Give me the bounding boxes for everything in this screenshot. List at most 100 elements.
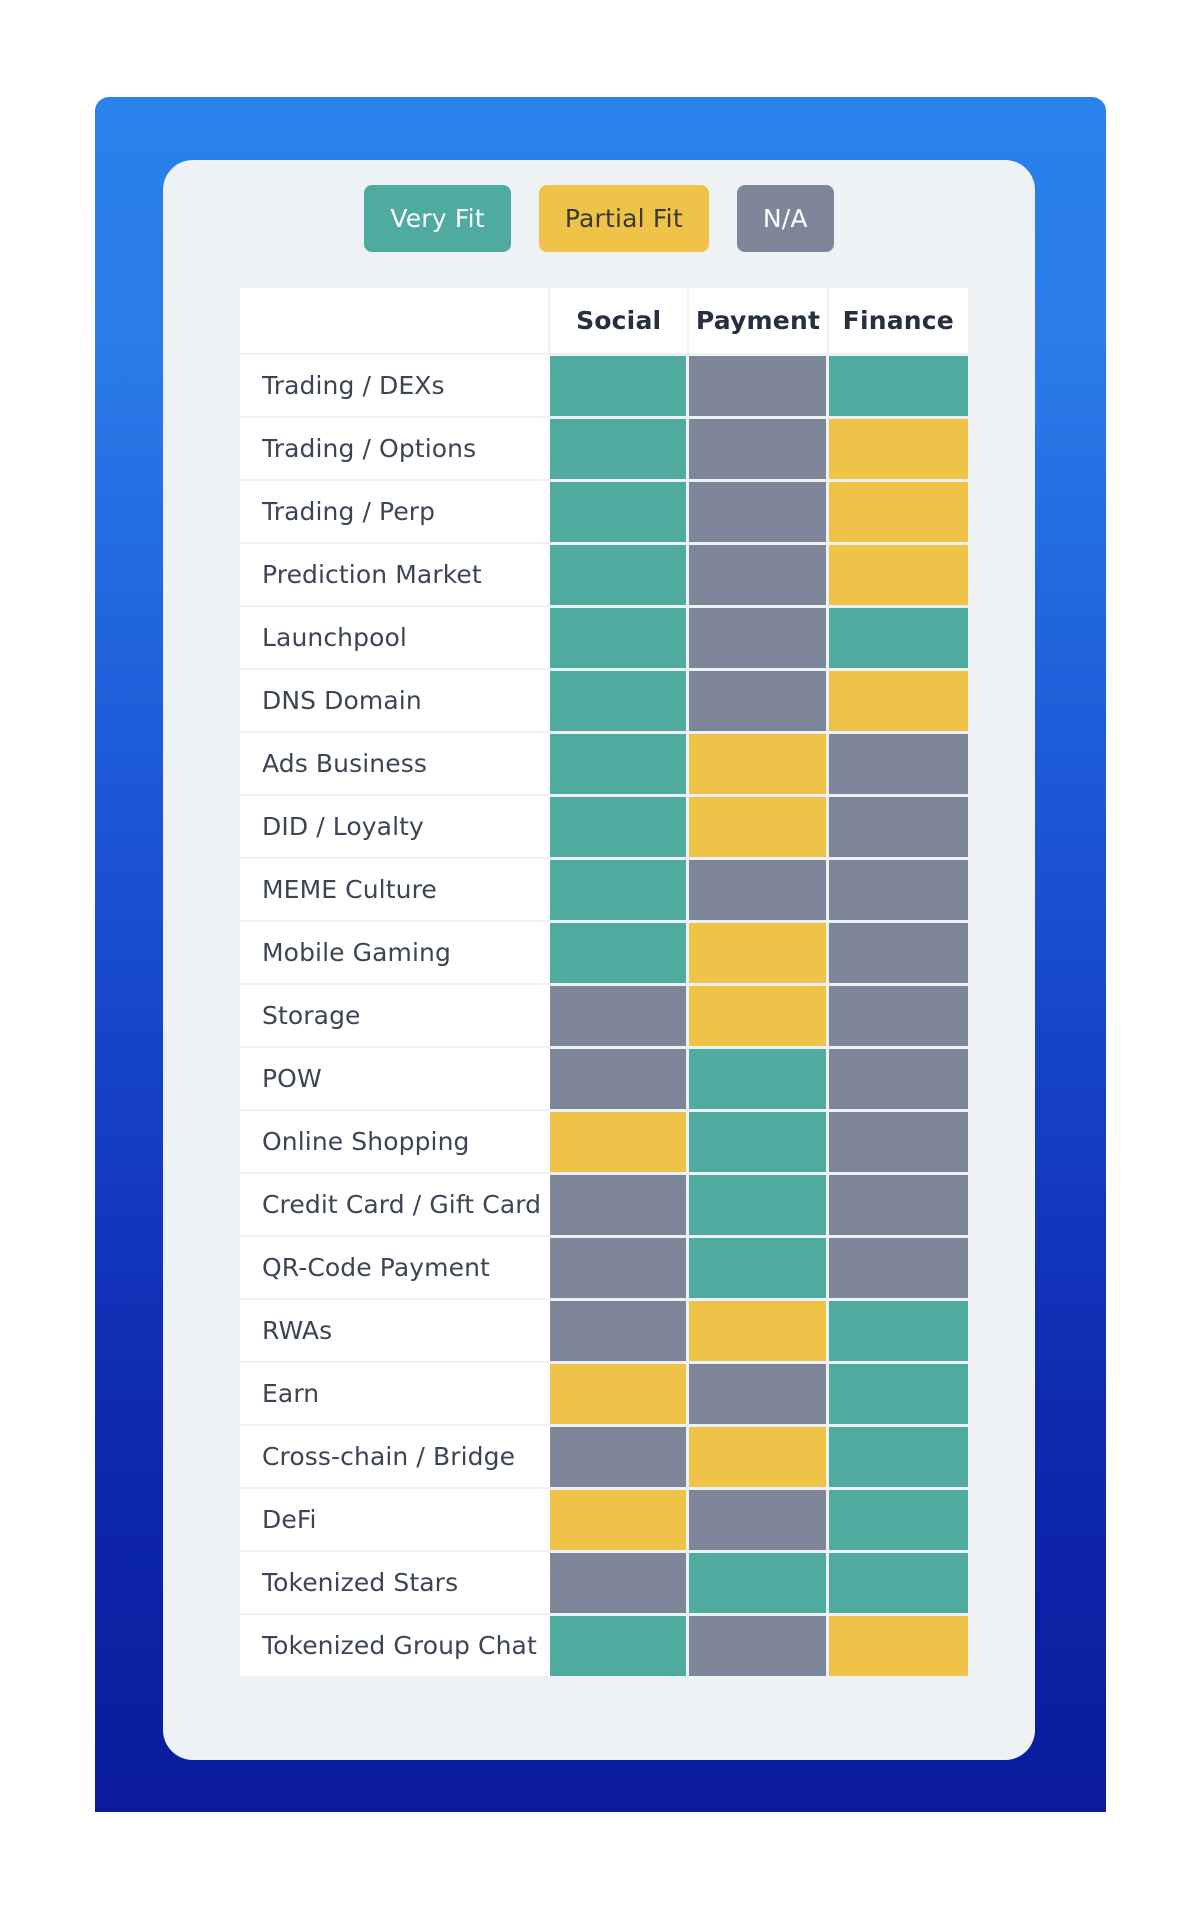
row-label: QR-Code Payment [240, 1235, 551, 1298]
table-row: Tokenized Stars [240, 1550, 968, 1613]
matrix-cell [828, 1424, 968, 1487]
matrix-cell [689, 920, 829, 983]
legend-chip-very[interactable]: Very Fit [364, 185, 511, 252]
matrix-cell [550, 1613, 690, 1676]
matrix-cell [689, 353, 829, 416]
row-label: DeFi [240, 1487, 551, 1550]
matrix-cell [550, 857, 690, 920]
table-row: Tokenized Group Chat [240, 1613, 968, 1676]
header-corner-cell [240, 288, 551, 353]
matrix-cell [828, 731, 968, 794]
table-row: QR-Code Payment [240, 1235, 968, 1298]
row-label: Trading / Options [240, 416, 551, 479]
screenshot-root: Very Fit Partial Fit N/A Social Payment Fina… [0, 0, 1200, 1909]
table-row: Credit Card / Gift Card [240, 1172, 968, 1235]
matrix-cell [828, 794, 968, 857]
table-row: Launchpool [240, 605, 968, 668]
matrix-cell [689, 1424, 829, 1487]
table-row: Online Shopping [240, 1109, 968, 1172]
matrix-cell [828, 857, 968, 920]
matrix-cell [828, 1361, 968, 1424]
matrix-cell [550, 1298, 690, 1361]
column-header-finance: Finance [828, 288, 968, 353]
table-row: Storage [240, 983, 968, 1046]
matrix-cell [550, 668, 690, 731]
matrix-cell [828, 1235, 968, 1298]
fit-matrix-table: Social Payment Finance Trading / DEXs Tradi… [240, 288, 968, 1676]
column-header-social: Social [550, 288, 690, 353]
row-label: MEME Culture [240, 857, 551, 920]
row-label: Mobile Gaming [240, 920, 551, 983]
table-header: Social Payment Finance [240, 288, 968, 353]
table-body: Trading / DEXs Trading / Options Trading /… [240, 353, 968, 1676]
matrix-cell [689, 983, 829, 1046]
matrix-cell [689, 1172, 829, 1235]
row-label: Tokenized Stars [240, 1550, 551, 1613]
table-row: DNS Domain [240, 668, 968, 731]
matrix-cell [828, 1487, 968, 1550]
row-label: Credit Card / Gift Card [240, 1172, 551, 1235]
matrix-cell [689, 731, 829, 794]
matrix-cell [689, 1550, 829, 1613]
table-row: Mobile Gaming [240, 920, 968, 983]
row-label: POW [240, 1046, 551, 1109]
matrix-cell [689, 1109, 829, 1172]
table-row: Cross-chain / Bridge [240, 1424, 968, 1487]
matrix-cell [828, 605, 968, 668]
matrix-cell [689, 479, 829, 542]
column-header-payment: Payment [689, 288, 829, 353]
row-label: DID / Loyalty [240, 794, 551, 857]
table-row: DID / Loyalty [240, 794, 968, 857]
matrix-cell [550, 1550, 690, 1613]
row-label: DNS Domain [240, 668, 551, 731]
matrix-cell [689, 542, 829, 605]
matrix-cell [828, 479, 968, 542]
legend-chip-na[interactable]: N/A [736, 185, 834, 252]
matrix-cell [689, 1235, 829, 1298]
header-row: Social Payment Finance [240, 288, 968, 353]
matrix-cell [689, 605, 829, 668]
matrix-cell [550, 542, 690, 605]
row-label: Storage [240, 983, 551, 1046]
table-row: Earn [240, 1361, 968, 1424]
matrix-cell [689, 794, 829, 857]
row-label: Trading / Perp [240, 479, 551, 542]
matrix-cell [828, 353, 968, 416]
row-label: Earn [240, 1361, 551, 1424]
matrix-cell [689, 1613, 829, 1676]
matrix-cell [550, 1109, 690, 1172]
matrix-cell [550, 416, 690, 479]
row-label: Cross-chain / Bridge [240, 1424, 551, 1487]
matrix-cell [828, 1172, 968, 1235]
row-label: Online Shopping [240, 1109, 551, 1172]
matrix-cell [828, 542, 968, 605]
matrix-cell [550, 983, 690, 1046]
legend-chip-partial[interactable]: Partial Fit [538, 185, 709, 252]
row-label: Tokenized Group Chat [240, 1613, 551, 1676]
matrix-cell [828, 920, 968, 983]
matrix-cell [550, 479, 690, 542]
matrix-cell [550, 794, 690, 857]
matrix-cell [550, 1424, 690, 1487]
row-label: Prediction Market [240, 542, 551, 605]
matrix-cell [828, 1550, 968, 1613]
matrix-cell [828, 416, 968, 479]
table-row: MEME Culture [240, 857, 968, 920]
legend: Very Fit Partial Fit N/A [163, 185, 1035, 252]
matrix-cell [689, 1487, 829, 1550]
matrix-cell [828, 1613, 968, 1676]
row-label: Trading / DEXs [240, 353, 551, 416]
matrix-cell [689, 1298, 829, 1361]
matrix-cell [550, 1046, 690, 1109]
matrix-cell [828, 1109, 968, 1172]
table-row: Trading / Perp [240, 479, 968, 542]
table-row: RWAs [240, 1298, 968, 1361]
table-row: Trading / DEXs [240, 353, 968, 416]
table-row: DeFi [240, 1487, 968, 1550]
table-row: Prediction Market [240, 542, 968, 605]
row-label: Launchpool [240, 605, 551, 668]
table-row: Ads Business [240, 731, 968, 794]
matrix-cell [689, 1046, 829, 1109]
matrix-cell [550, 1172, 690, 1235]
matrix-cell [689, 416, 829, 479]
